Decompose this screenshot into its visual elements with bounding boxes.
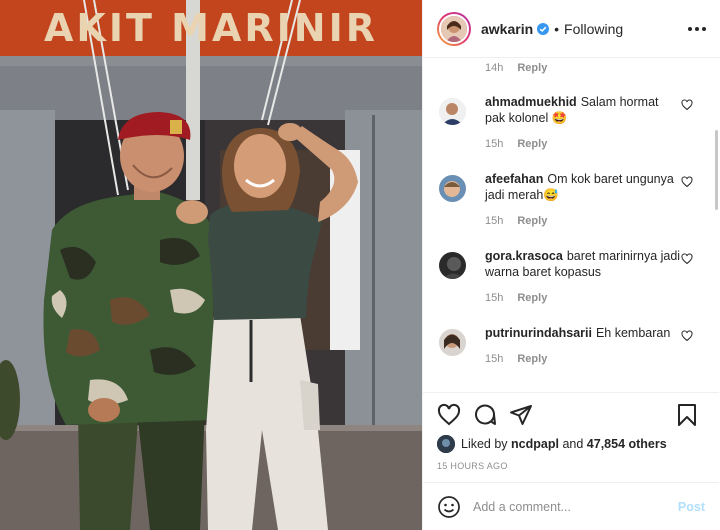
reply-button[interactable]: Reply	[517, 353, 547, 365]
heart-icon[interactable]	[437, 403, 461, 432]
commenter-username[interactable]: putrinurindahsarii	[485, 326, 592, 340]
heart-icon[interactable]	[681, 175, 693, 193]
comment-time: 15h	[485, 138, 504, 150]
comment-text-block: ahmadmuekhid Salam hormat pak kolonel 🤩	[485, 94, 681, 126]
comments-list[interactable]: 14h Reply ahmadmuekhid Salam hormat pak k…	[423, 58, 719, 390]
commenter-username[interactable]: gora.krasoca	[485, 249, 563, 263]
liker-avatar[interactable]	[437, 435, 455, 453]
post-photo[interactable]: AKIT MARINIR	[0, 0, 422, 530]
post-comment-button[interactable]: Post	[678, 500, 705, 514]
comment-icon[interactable]	[473, 403, 497, 432]
heart-icon[interactable]	[681, 98, 693, 116]
photo-scene	[0, 0, 422, 530]
action-buttons	[437, 403, 713, 429]
verified-badge-icon	[537, 22, 550, 35]
likes-joiner: and	[562, 437, 584, 451]
comment-time: 14h	[485, 62, 504, 74]
header-separator: •	[554, 20, 560, 37]
commenter-avatar[interactable]	[439, 175, 466, 202]
reply-button[interactable]: Reply	[517, 62, 547, 74]
comment-time: 15h	[485, 353, 504, 365]
post-modal: AKIT MARINIR awkarin • Following 14h Rep…	[0, 0, 720, 530]
comment-meta: 15h Reply	[485, 138, 547, 150]
comments-scrollbar[interactable]	[715, 130, 718, 210]
comment-time: 15h	[485, 215, 504, 227]
likes-prefix: Liked by	[461, 437, 508, 451]
comment-item: ahmadmuekhid Salam hormat pak kolonel 🤩 1…	[423, 94, 719, 171]
comment-item: gora.krasoca baret marinirnya jadi warna …	[423, 248, 719, 325]
reply-button[interactable]: Reply	[517, 292, 547, 304]
emoji-icon[interactable]	[437, 495, 461, 519]
bookmark-icon[interactable]	[675, 403, 699, 432]
likes-summary[interactable]: Liked by ncdpapl and 47,854 others	[437, 435, 667, 453]
commenter-avatar[interactable]	[439, 329, 466, 356]
comment-meta: 15h Reply	[485, 215, 547, 227]
comment-meta: 15h Reply	[485, 292, 547, 304]
comment-input[interactable]	[473, 499, 663, 514]
post-header: awkarin • Following	[423, 0, 720, 58]
share-icon[interactable]	[509, 403, 533, 432]
heart-icon[interactable]	[681, 252, 693, 270]
comment-meta: 15h Reply	[485, 353, 547, 365]
reply-button[interactable]: Reply	[517, 138, 547, 150]
previous-comment-meta: 14h Reply	[485, 62, 547, 74]
commenter-avatar[interactable]	[439, 98, 466, 125]
follow-status-button[interactable]: Following	[564, 21, 623, 37]
comment-item: afeefahan Om kok baret ungunya jadi merah…	[423, 171, 719, 248]
comment-text-block: afeefahan Om kok baret ungunya jadi merah…	[485, 171, 681, 203]
author-username[interactable]: awkarin	[481, 21, 533, 37]
comment-time: 15h	[485, 292, 504, 304]
comment-text: Eh kembaran	[595, 326, 671, 340]
more-options-icon[interactable]	[686, 21, 708, 37]
building-sign-text: AKIT MARINIR	[44, 6, 378, 50]
heart-icon[interactable]	[681, 329, 693, 347]
likes-count[interactable]: 47,854 others	[587, 437, 667, 451]
post-timestamp[interactable]: 15 HOURS AGO	[437, 461, 508, 471]
comment-text-block: putrinurindahsarii Eh kembaran	[485, 325, 681, 341]
reply-button[interactable]: Reply	[517, 215, 547, 227]
post-side-panel: awkarin • Following 14h Reply ahmadmuekh…	[422, 0, 720, 530]
liker-username[interactable]: ncdpapl	[511, 437, 559, 451]
commenter-username[interactable]: afeefahan	[485, 172, 543, 186]
commenter-avatar[interactable]	[439, 252, 466, 279]
comment-text-block: gora.krasoca baret marinirnya jadi warna …	[485, 248, 681, 280]
comment-composer: Post	[423, 482, 719, 530]
commenter-username[interactable]: ahmadmuekhid	[485, 95, 577, 109]
author-avatar[interactable]	[437, 11, 471, 46]
comment-item: putrinurindahsarii Eh kembaran 15h Reply	[423, 325, 719, 390]
